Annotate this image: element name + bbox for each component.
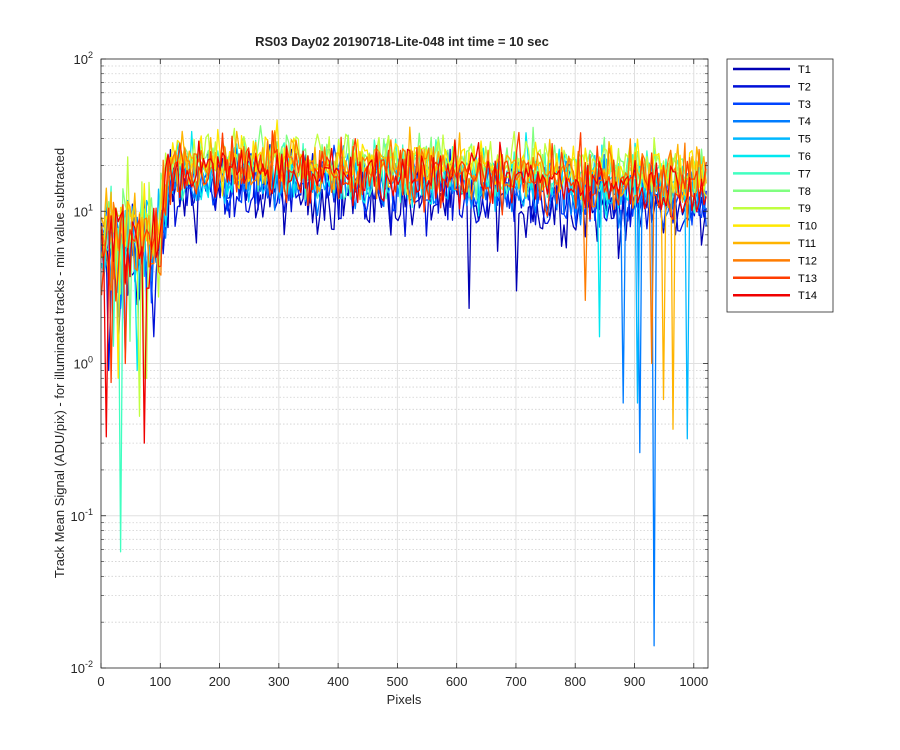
legend-label-t7: T7 (798, 168, 811, 180)
x-tick-label: 800 (564, 674, 586, 689)
legend-label-t3: T3 (798, 99, 811, 111)
figure: RS03 Day02 20190718-Lite-048 int time = … (0, 0, 900, 750)
x-axis-label: Pixels (387, 692, 422, 707)
x-tick-label: 500 (387, 674, 409, 689)
legend-label-t1: T1 (798, 64, 811, 76)
x-tick-label: 0 (97, 674, 104, 689)
x-tick-label: 900 (624, 674, 646, 689)
legend-label-t13: T13 (798, 273, 817, 285)
legend-label-t12: T12 (798, 255, 817, 267)
x-tick-label: 100 (149, 674, 171, 689)
legend-label-t9: T9 (798, 203, 811, 215)
x-tick-label: 1000 (679, 674, 708, 689)
legend-label-t14: T14 (798, 290, 817, 302)
legend-box (726, 58, 834, 313)
legend-label-t4: T4 (798, 116, 811, 128)
legend-label-t2: T2 (798, 81, 811, 93)
legend-label-t10: T10 (798, 221, 817, 233)
plot-area: 0 100 200 300 400 500 600 700 800 900 1000 10-210-… (71, 50, 709, 689)
legend-label-t8: T8 (798, 186, 811, 198)
legend: T1 T2 T3 T4 T5 T6 T7 T8 T9 T10 T11 T12 T13 T14 (726, 58, 834, 313)
x-tick-label: 400 (327, 674, 349, 689)
y-axis-label: Track Mean Signal (ADU/pix) - for illumi… (52, 148, 67, 578)
x-tick-label: 200 (209, 674, 231, 689)
legend-label-t6: T6 (798, 151, 811, 163)
x-tick-label: 300 (268, 674, 290, 689)
x-tick-label: 700 (505, 674, 527, 689)
legend-label-t5: T5 (798, 134, 811, 146)
x-tick-label: 600 (446, 674, 468, 689)
chart-title: RS03 Day02 20190718-Lite-048 int time = … (255, 34, 549, 49)
legend-label-t11: T11 (798, 238, 816, 250)
